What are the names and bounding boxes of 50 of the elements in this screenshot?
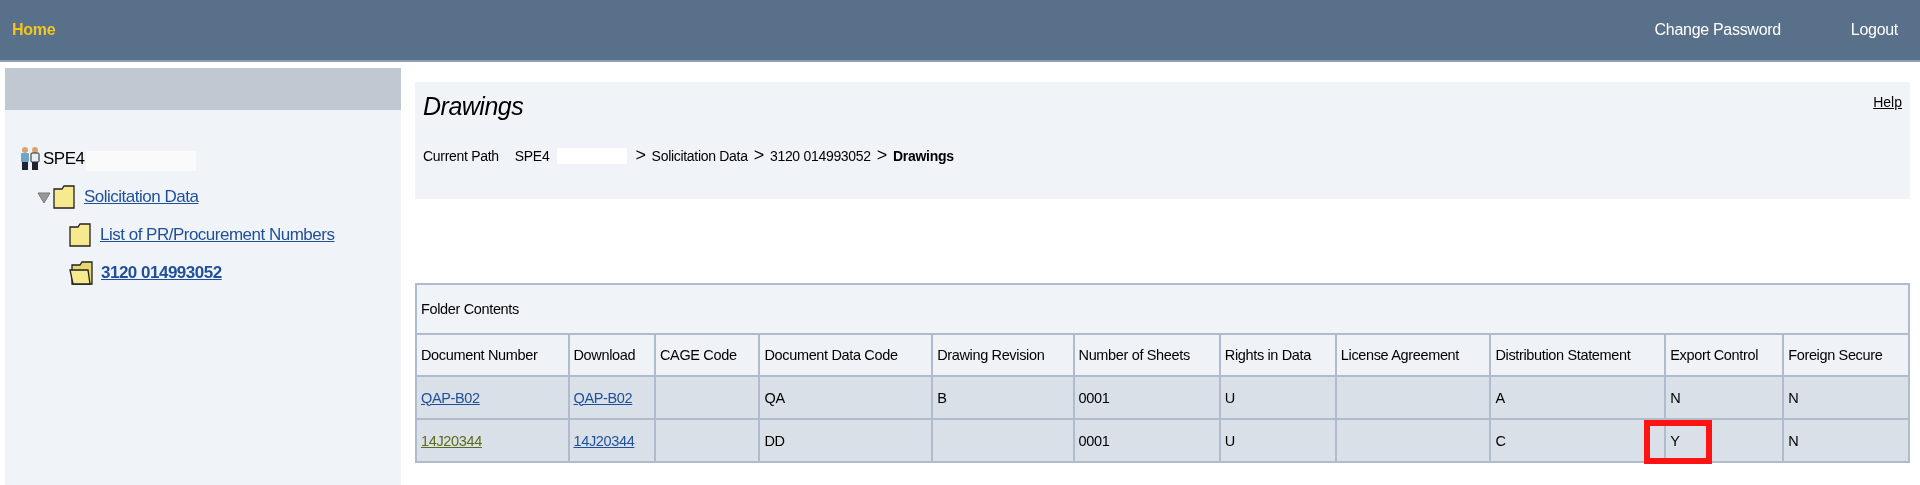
cell-text: C	[1495, 432, 1506, 449]
path-separator: >	[876, 145, 888, 166]
path-text: Solicitation Data	[651, 147, 748, 164]
column-header: Export Control	[1665, 334, 1784, 376]
cell-text: 0001	[1078, 389, 1110, 406]
path-text: SPE4	[514, 147, 550, 164]
cell-text: N	[1788, 389, 1799, 406]
column-header: Document Number	[416, 334, 569, 376]
path-label: Current Path	[423, 147, 499, 164]
cell-text: QA	[764, 389, 785, 406]
top-link[interactable]: Change Password	[1654, 21, 1781, 39]
column-header: CAGE Code	[654, 334, 760, 376]
cell-text: U	[1224, 432, 1235, 449]
cell-text: A	[1495, 389, 1505, 406]
column-header: Foreign Secure	[1783, 334, 1909, 376]
column-header: Distribution Statement	[1490, 334, 1666, 376]
document-link[interactable]: 14J20344	[573, 432, 635, 449]
people-icon	[19, 146, 41, 171]
cell-text: N	[1788, 432, 1799, 449]
home-link[interactable]: Home	[12, 21, 56, 39]
tree-root-label: SPE4	[43, 149, 85, 169]
column-header: Document Data Code	[759, 334, 933, 376]
tree-item[interactable]: 3120 014993052	[101, 263, 222, 283]
column-header: Download	[568, 334, 655, 376]
cell-text: Y	[1670, 432, 1680, 449]
open-folder-icon	[69, 261, 93, 285]
document-link[interactable]: 14J20344	[421, 432, 482, 449]
tree-item[interactable]: Solicitation Data	[84, 187, 199, 207]
page-title: Drawings	[423, 92, 524, 121]
logout-link[interactable]: Logout	[1850, 21, 1898, 39]
column-header: Drawing Revision	[932, 334, 1074, 376]
help-link[interactable]: Help	[1873, 94, 1902, 110]
cell-text: DD	[764, 432, 785, 449]
cell-text: N	[1670, 389, 1681, 406]
column-header: Number of Sheets	[1073, 334, 1220, 376]
column-header: Rights in Data	[1219, 334, 1336, 376]
path-text: Drawings	[893, 147, 954, 164]
cell-text: B	[937, 389, 947, 406]
table-caption: Folder Contents	[416, 284, 1909, 334]
document-link[interactable]: QAP-B02	[573, 389, 633, 406]
path-text: 3120 014993052	[769, 147, 871, 164]
column-header: License Agreement	[1335, 334, 1491, 376]
tree-item[interactable]: List of PR/Procurement Numbers	[100, 225, 335, 245]
folder-icon	[69, 223, 92, 247]
document-link[interactable]: QAP-B02	[421, 389, 480, 406]
path-separator: >	[753, 145, 764, 166]
path-separator: >	[635, 145, 646, 166]
folder-icon	[53, 185, 76, 209]
cell-text: 0001	[1078, 432, 1110, 449]
cell-text: U	[1224, 389, 1235, 406]
